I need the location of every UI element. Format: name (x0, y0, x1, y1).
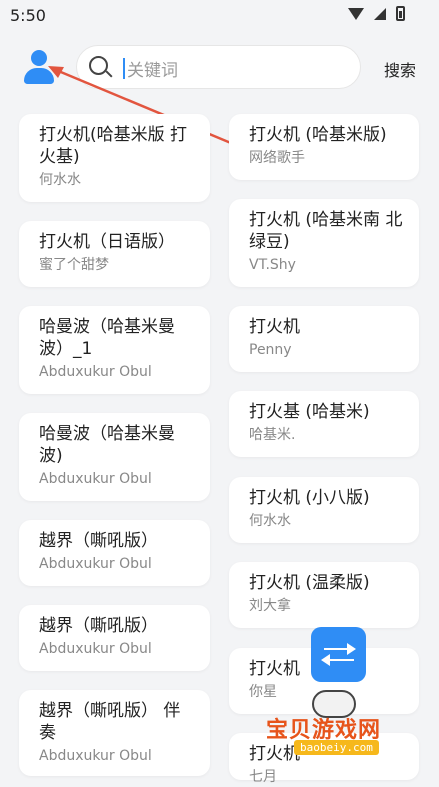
song-artist: Abduxukur Obul (39, 641, 152, 657)
song-card[interactable]: 打火机 (哈基米版) 网络歌手 (229, 114, 419, 180)
swap-layout-button[interactable] (311, 627, 366, 682)
watermark: 宝贝游戏网 baobeiy.com (262, 690, 412, 780)
song-artist: Abduxukur Obul (39, 748, 152, 764)
song-card[interactable]: 哈曼波（哈基米曼 波) Abduxukur Obul (19, 413, 210, 501)
song-card[interactable]: 打火机 (哈基米南 北绿豆) VT.Shy (229, 199, 419, 287)
arrow-right-head-icon (347, 643, 356, 655)
song-card[interactable]: 越界（嘶吼版） Abduxukur Obul (19, 605, 210, 671)
song-title: 哈曼波（哈基米曼 波) (39, 424, 175, 466)
song-card[interactable]: 越界（嘶吼版） 伴 奏 Abduxukur Obul (19, 690, 210, 776)
song-artist: Abduxukur Obul (39, 471, 152, 487)
song-artist: 刘大拿 (249, 598, 291, 614)
song-title: 打火机 (哈基米南 北绿豆) (249, 210, 403, 252)
song-artist: Penny (249, 342, 292, 358)
song-title: 打火机 (小八版) (249, 488, 370, 508)
song-title: 打火机 (249, 317, 300, 337)
song-artist: 蜜了个甜梦 (39, 257, 109, 273)
watermark-url: baobeiy.com (294, 740, 379, 755)
song-title: 哈曼波（哈基米曼 波）_1 (39, 317, 175, 359)
song-card[interactable]: 越界（嘶吼版） Abduxukur Obul (19, 520, 210, 586)
arrow-left-head-icon (321, 654, 330, 666)
song-card[interactable]: 打火基 (哈基米) 哈基米. (229, 391, 419, 457)
song-artist: 何水水 (39, 172, 81, 188)
song-artist: Abduxukur Obul (39, 364, 152, 380)
song-artist: 何水水 (249, 513, 291, 529)
song-title: 越界（嘶吼版） (39, 616, 158, 636)
song-card[interactable]: 打火机 Penny (229, 306, 419, 372)
song-artist: VT.Shy (249, 257, 296, 273)
song-artist: Abduxukur Obul (39, 556, 152, 572)
song-title: 打火机(哈基米版 打火基) (39, 125, 188, 167)
song-title: 打火机 (温柔版) (249, 573, 370, 593)
song-title: 打火基 (哈基米) (249, 402, 370, 422)
song-card[interactable]: 打火机 (温柔版) 刘大拿 (229, 562, 419, 628)
song-artist: 网络歌手 (249, 150, 305, 166)
song-card[interactable]: 哈曼波（哈基米曼 波）_1 Abduxukur Obul (19, 306, 210, 394)
song-card[interactable]: 打火机 (小八版) 何水水 (229, 477, 419, 543)
song-title: 打火机 (哈基米版) (249, 125, 387, 145)
song-card[interactable]: 打火机（日语版） 蜜了个甜梦 (19, 221, 210, 287)
song-artist: 哈基米. (249, 427, 296, 443)
song-title: 打火机（日语版） (39, 232, 175, 252)
song-title: 越界（嘶吼版） 伴 奏 (39, 701, 181, 743)
song-title: 越界（嘶吼版） (39, 531, 158, 551)
song-card[interactable]: 打火机(哈基米版 打火基) 何水水 (19, 114, 210, 202)
